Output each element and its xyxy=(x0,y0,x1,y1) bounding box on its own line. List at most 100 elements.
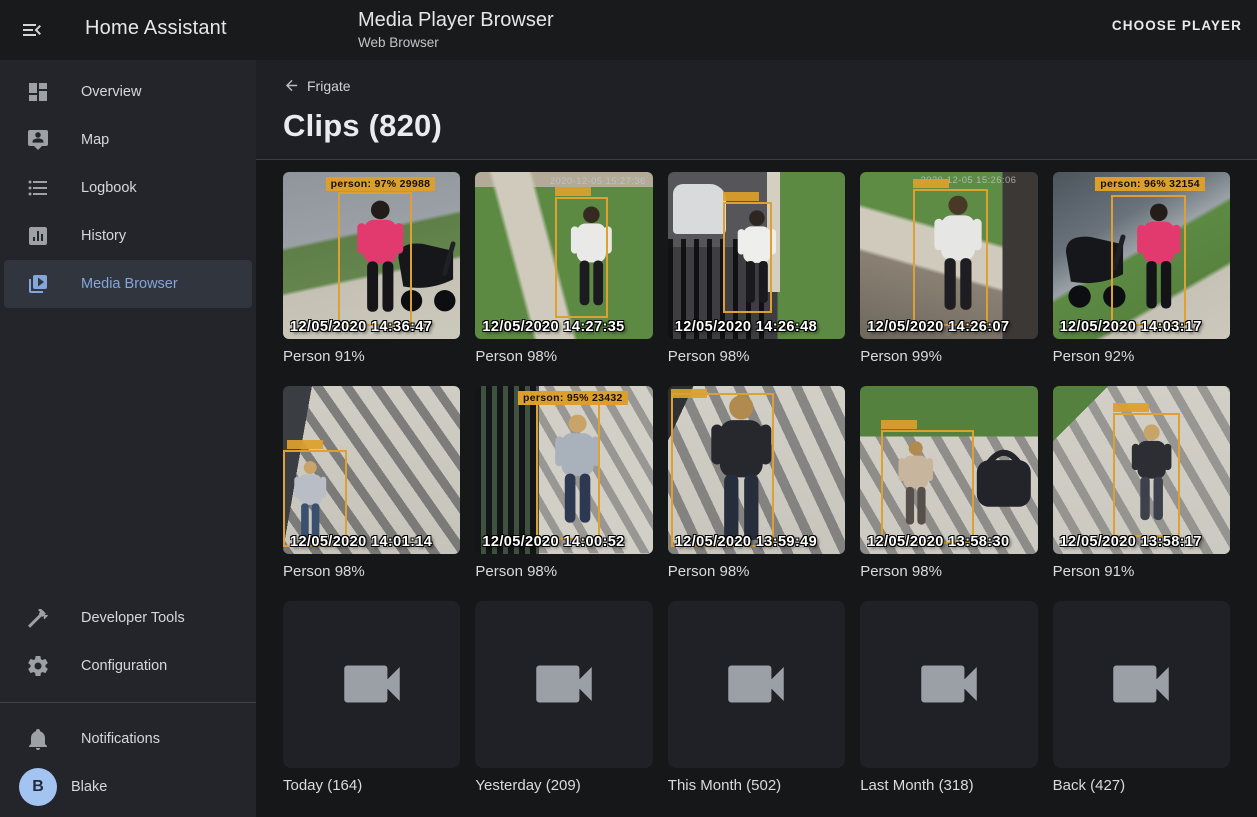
detection-bounding-box xyxy=(338,192,413,326)
clip-item[interactable]: 12/05/2020 14:26:48 Person 98% xyxy=(668,172,845,365)
sidebar-item-label: History xyxy=(81,228,126,244)
app-title: Home Assistant xyxy=(85,17,227,40)
clip-thumbnail: person: 96% 32154 12/05/2020 14:03:17 xyxy=(1053,172,1230,339)
clip-caption: Person 98% xyxy=(475,563,652,580)
sidebar-toggle-button[interactable] xyxy=(10,8,54,52)
menu-open-icon xyxy=(20,18,44,42)
clip-timestamp: 12/05/2020 14:26:48 xyxy=(675,319,817,335)
clip-item[interactable]: 12/05/2020 13:59:49 Person 98% xyxy=(668,386,845,579)
hammer-icon xyxy=(26,606,50,630)
folder-tile xyxy=(860,601,1037,768)
folder-item-this-month[interactable]: This Month (502) xyxy=(668,601,845,794)
clip-caption: Person 92% xyxy=(1053,348,1230,365)
video-camera-icon xyxy=(1104,647,1178,721)
detection-label: person: 97% 29988 xyxy=(326,177,436,191)
clip-item[interactable]: person: 97% 29988 12/05/2020 14:36:47 Pers… xyxy=(283,172,460,365)
clip-caption: Person 98% xyxy=(475,348,652,365)
page-title: Clips (820) xyxy=(283,108,1230,144)
folder-item-yesterday[interactable]: Yesterday (209) xyxy=(475,601,652,794)
clip-thumbnail: person: 97% 29988 12/05/2020 14:36:47 xyxy=(283,172,460,339)
breadcrumb-label: Frigate xyxy=(307,78,351,94)
clip-item[interactable]: 12/05/2020 14:01:14Person 98% xyxy=(283,386,460,579)
folder-caption: Back (427) xyxy=(1053,777,1230,794)
clip-timestamp: 12/05/2020 14:00:52 xyxy=(482,534,624,550)
clip-caption: Person 98% xyxy=(668,563,845,580)
sidebar-item-label: Developer Tools xyxy=(81,610,185,626)
folder-item-back[interactable]: Back (427) xyxy=(1053,601,1230,794)
media-browser-content: Frigate Clips (820) person: 97% 29988 12/… xyxy=(256,60,1257,817)
detection-label: person: 95% 23432 xyxy=(518,391,628,405)
sidebar-item-label: Overview xyxy=(81,84,141,100)
chart-box-icon xyxy=(26,224,50,248)
clip-item[interactable]: 12/05/2020 13:58:17 Person 91% xyxy=(1053,386,1230,579)
sidebar-item-label: Map xyxy=(81,132,109,148)
video-camera-icon xyxy=(527,647,601,721)
video-camera-icon xyxy=(335,647,409,721)
detection-label-small xyxy=(723,192,759,201)
sidebar-item-map[interactable]: Map xyxy=(4,116,252,164)
view-dashboard-icon xyxy=(26,80,50,104)
sidebar-item-developer-tools[interactable]: Developer Tools xyxy=(4,594,252,642)
video-camera-icon xyxy=(719,647,793,721)
clip-thumbnail: 12/05/2020 13:59:49 xyxy=(668,386,845,553)
clip-caption: Person 99% xyxy=(860,348,1037,365)
sidebar-item-label: Logbook xyxy=(81,180,137,196)
sidebar: Overview Map Logbook History Media Browser D… xyxy=(0,60,256,817)
home-assistant-app: Home Assistant Media Player Browser Web … xyxy=(0,0,1257,817)
detection-bounding-box xyxy=(536,403,600,540)
sidebar-item-label: Configuration xyxy=(81,658,167,674)
folder-caption: This Month (502) xyxy=(668,777,845,794)
folder-caption: Last Month (318) xyxy=(860,777,1037,794)
sidebar-nav: Overview Map Logbook History Media Browser xyxy=(0,60,256,308)
detection-label-small xyxy=(287,440,323,449)
sidebar-item-notifications[interactable]: Notifications xyxy=(4,715,252,763)
clip-thumbnail: 12/05/2020 14:26:48 xyxy=(668,172,845,339)
clip-timestamp: 12/05/2020 14:36:47 xyxy=(290,319,432,335)
detection-label: person: 96% 32154 xyxy=(1095,177,1205,191)
detection-bounding-box xyxy=(881,430,973,544)
folder-tile xyxy=(1053,601,1230,768)
detection-bounding-box xyxy=(1111,195,1186,325)
bag-shape xyxy=(967,443,1038,517)
breadcrumb[interactable]: Frigate xyxy=(283,77,351,94)
clip-caption: Person 98% xyxy=(283,563,460,580)
folder-tile xyxy=(668,601,845,768)
detection-label-small xyxy=(1113,403,1149,412)
clip-thumbnail: 12/05/2020 13:58:17 xyxy=(1053,386,1230,553)
clip-item[interactable]: 2020-12-05 15:27:3612/05/2020 14:27:35Pe… xyxy=(475,172,652,365)
clip-item[interactable]: person: 96% 32154 12/05/2020 14:03:17 Pers… xyxy=(1053,172,1230,365)
clip-item[interactable]: 12/05/2020 13:58:30Person 98% xyxy=(860,386,1037,579)
folder-caption: Yesterday (209) xyxy=(475,777,652,794)
clip-caption: Person 91% xyxy=(1053,563,1230,580)
sidebar-item-logbook[interactable]: Logbook xyxy=(4,164,252,212)
sidebar-item-media-browser[interactable]: Media Browser xyxy=(4,260,252,308)
clip-item[interactable]: 2020-12-05 15:26:0612/05/2020 14:26:07 Pe… xyxy=(860,172,1037,365)
clip-caption: Person 98% xyxy=(668,348,845,365)
folder-item-today[interactable]: Today (164) xyxy=(283,601,460,794)
clip-timestamp: 12/05/2020 14:03:17 xyxy=(1060,319,1202,335)
detection-label-small xyxy=(881,420,917,429)
clip-timestamp: 12/05/2020 14:26:07 xyxy=(867,319,1009,335)
clips-grid: person: 97% 29988 12/05/2020 14:36:47 Pers… xyxy=(256,160,1257,815)
sidebar-item-overview[interactable]: Overview xyxy=(4,68,252,116)
folder-tile xyxy=(475,601,652,768)
clip-timestamp: 12/05/2020 13:58:17 xyxy=(1060,534,1202,550)
play-box-multiple-icon xyxy=(26,272,50,296)
sidebar-item-configuration[interactable]: Configuration xyxy=(4,642,252,690)
sidebar-item-history[interactable]: History xyxy=(4,212,252,260)
user-avatar: B xyxy=(19,768,57,806)
sidebar-spacer xyxy=(0,308,256,594)
back-arrow-icon xyxy=(283,77,300,94)
choose-player-button[interactable]: CHOOSE PLAYER xyxy=(1112,18,1242,33)
clip-thumbnail: 2020-12-05 15:26:0612/05/2020 14:26:07 xyxy=(860,172,1037,339)
format-list-bulleted-icon xyxy=(26,176,50,200)
clip-item[interactable]: person: 95% 23432 12/05/2020 14:00:52 Pers… xyxy=(475,386,652,579)
clip-caption: Person 91% xyxy=(283,348,460,365)
sidebar-item-user[interactable]: B Blake xyxy=(4,763,252,811)
cog-icon xyxy=(26,654,50,678)
folder-item-last-month[interactable]: Last Month (318) xyxy=(860,601,1037,794)
video-camera-icon xyxy=(912,647,986,721)
detection-label-small xyxy=(913,179,949,188)
clip-caption: Person 98% xyxy=(860,563,1037,580)
detection-bounding-box xyxy=(723,202,773,312)
